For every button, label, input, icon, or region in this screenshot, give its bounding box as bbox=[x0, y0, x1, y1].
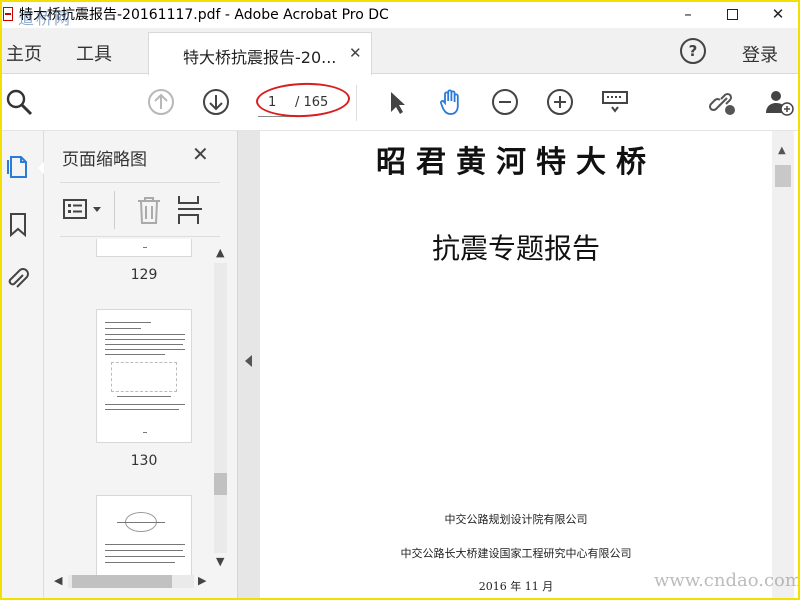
document-organization-2: 中交公路长大桥建设国家工程研究中心有限公司 bbox=[400, 547, 632, 560]
tab-bar: 主页 工具 特大桥抗震报告-20... ✕ ? 登录 bbox=[0, 28, 800, 75]
sign-in-button[interactable]: 登录 bbox=[742, 41, 778, 67]
thumbnail-page-label: 129 bbox=[130, 267, 158, 283]
thumb-text-line bbox=[105, 339, 185, 340]
bookmark-icon[interactable] bbox=[6, 211, 30, 237]
toolbar: 1 / 165 bbox=[0, 75, 800, 131]
thumb-text-line bbox=[105, 544, 185, 545]
watermark-logo-top: 道桥网 bbox=[18, 9, 73, 28]
thumbnail-page[interactable] bbox=[96, 309, 192, 443]
scroll-up-arrow-icon[interactable]: ▲ bbox=[778, 145, 786, 156]
page-footer-mark bbox=[143, 247, 147, 248]
prev-page-icon[interactable] bbox=[146, 87, 176, 117]
thumbnail-page-label: 130 bbox=[130, 453, 158, 469]
scroll-right-arrow-icon[interactable]: ▶ bbox=[198, 574, 206, 587]
thumbnails-vertical-scrollbar[interactable]: ▲ ▼ bbox=[210, 243, 230, 573]
minimize-button[interactable]: – bbox=[666, 0, 710, 28]
thumb-text-line bbox=[105, 344, 183, 345]
zoom-out-icon[interactable] bbox=[490, 87, 520, 117]
tools-divider bbox=[114, 191, 115, 229]
scrollbar-track bbox=[214, 263, 227, 553]
select-arrow-icon[interactable] bbox=[382, 87, 412, 117]
maximize-button[interactable] bbox=[710, 0, 754, 28]
thumbnails-panel-title: 页面缩略图 bbox=[62, 150, 147, 170]
document-vertical-scrollbar[interactable]: ▲ bbox=[772, 131, 794, 600]
thumb-figure bbox=[111, 362, 177, 392]
document-organization-1: 中交公路规划设计院有限公司 bbox=[444, 513, 588, 526]
page-extract-icon[interactable] bbox=[176, 194, 204, 226]
navigation-rail bbox=[0, 131, 45, 600]
thumb-text-line bbox=[105, 334, 185, 335]
scrollbar-thumb[interactable] bbox=[72, 575, 172, 588]
scroll-down-arrow-icon[interactable]: ▼ bbox=[216, 555, 224, 568]
thumbnail-page[interactable] bbox=[96, 495, 192, 577]
thumb-text-line bbox=[105, 354, 165, 355]
window-title: 特大桥抗震报告-20161117.pdf - Adobe Acrobat Pro… bbox=[19, 7, 389, 23]
pdf-file-icon bbox=[3, 7, 13, 21]
thumb-text-line bbox=[105, 322, 151, 323]
watermark-url-bottom: www.cndao.com bbox=[654, 570, 800, 591]
document-title: 昭君黄河特大桥 bbox=[376, 145, 656, 180]
page-footer-mark bbox=[143, 432, 147, 433]
thumb-text-line bbox=[105, 404, 185, 405]
add-user-icon[interactable] bbox=[764, 87, 794, 117]
thumb-text-line bbox=[105, 349, 185, 350]
attachment-icon[interactable] bbox=[6, 266, 30, 292]
thumb-text-line bbox=[117, 522, 165, 523]
document-view[interactable]: 昭君黄河特大桥 抗震专题报告 中交公路规划设计院有限公司 中交公路长大桥建设国家… bbox=[260, 131, 772, 600]
thumb-text-line bbox=[117, 396, 171, 397]
thumb-text-line bbox=[105, 328, 141, 329]
collapse-arrow-icon bbox=[245, 355, 252, 367]
tools-menu[interactable]: 工具 bbox=[76, 40, 112, 66]
hand-icon[interactable] bbox=[436, 87, 466, 117]
scrollbar-thumb[interactable] bbox=[775, 165, 791, 187]
thumbnails-horizontal-scrollbar[interactable]: ◀ ▶ bbox=[48, 571, 214, 591]
thumbnail-page[interactable] bbox=[96, 239, 192, 257]
collapse-panel-handle[interactable] bbox=[238, 131, 260, 600]
document-tab-label: 特大桥抗震报告-20... bbox=[183, 48, 337, 67]
thumb-text-line bbox=[105, 562, 175, 563]
help-icon[interactable]: ? bbox=[680, 38, 706, 64]
close-window-button[interactable]: ✕ bbox=[756, 0, 800, 28]
toolbar-divider bbox=[356, 85, 357, 121]
scroll-up-arrow-icon[interactable]: ▲ bbox=[216, 246, 224, 259]
page-thumbnails-icon[interactable] bbox=[6, 153, 30, 179]
delete-page-icon[interactable] bbox=[136, 195, 162, 225]
page-thumbnails-panel: 页面缩略图 ✕ 129 130 ▲ ▼ ◀ ▶ bbox=[44, 131, 238, 600]
home-menu[interactable]: 主页 bbox=[6, 40, 42, 66]
thumb-text-line bbox=[105, 550, 183, 551]
document-tab[interactable]: 特大桥抗震报告-20... ✕ bbox=[148, 32, 372, 75]
close-tab-button[interactable]: ✕ bbox=[349, 44, 362, 62]
keyboard-icon[interactable] bbox=[600, 87, 630, 117]
title-bar: 特大桥抗震报告-20161117.pdf - Adobe Acrobat Pro… bbox=[0, 0, 800, 28]
scroll-left-arrow-icon[interactable]: ◀ bbox=[54, 574, 62, 587]
search-icon[interactable] bbox=[4, 87, 34, 117]
thumbnails-list: 129 130 bbox=[48, 239, 230, 577]
thumb-text-line bbox=[105, 409, 179, 410]
options-menu-icon[interactable] bbox=[62, 196, 106, 224]
scrollbar-thumb[interactable] bbox=[214, 473, 227, 495]
zoom-in-icon[interactable] bbox=[545, 87, 575, 117]
close-panel-button[interactable]: ✕ bbox=[192, 142, 209, 166]
thumbnail-tools bbox=[60, 182, 220, 237]
thumb-text-line bbox=[105, 556, 185, 557]
maximize-icon bbox=[726, 8, 738, 20]
next-page-icon[interactable] bbox=[201, 87, 231, 117]
document-subtitle: 抗震专题报告 bbox=[431, 232, 600, 265]
share-link-icon[interactable] bbox=[708, 87, 738, 117]
